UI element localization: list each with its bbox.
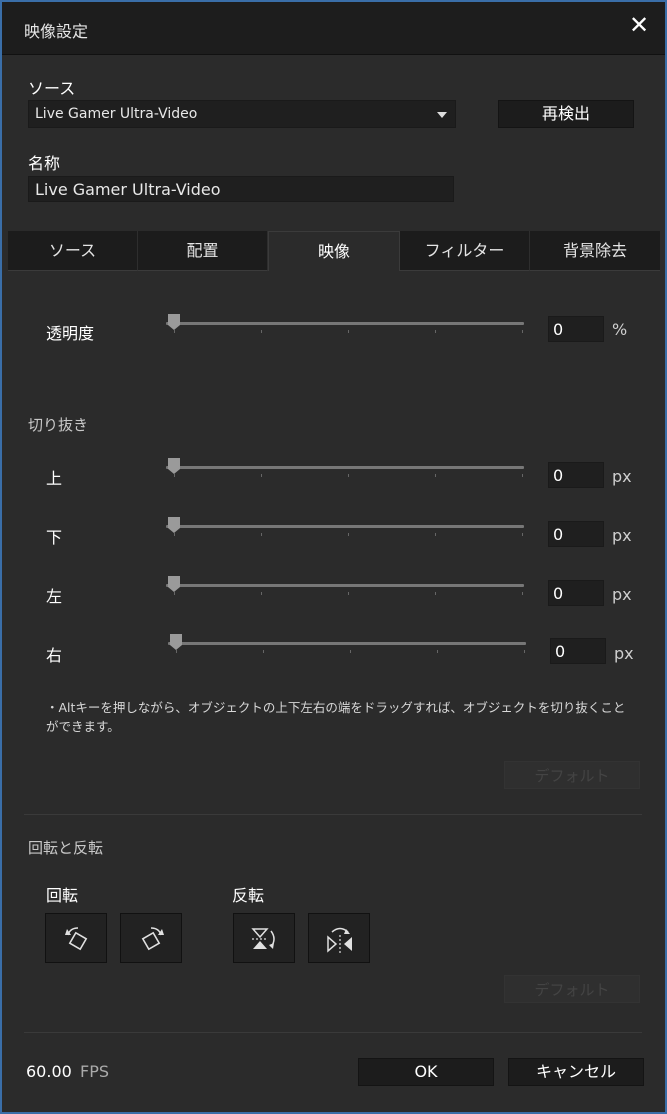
slider-tick xyxy=(435,533,436,536)
cancel-button[interactable]: キャンセル xyxy=(508,1058,644,1086)
crop-left-unit: px xyxy=(612,585,632,604)
tab-source[interactable]: ソース xyxy=(8,231,138,271)
slider-tick xyxy=(522,330,523,333)
opacity-value: 0 xyxy=(553,320,564,339)
crop-right-input[interactable]: 0 xyxy=(550,638,606,664)
slider-tick xyxy=(348,330,349,333)
name-label: 名称 xyxy=(28,154,61,173)
crop-bottom-value: 0 xyxy=(553,525,564,544)
close-icon[interactable]: ✕ xyxy=(627,13,651,37)
dialog-window: 映像設定 ✕ ソース Live Gamer Ultra-Video 再検出 名称… xyxy=(0,0,667,1114)
opacity-slider[interactable] xyxy=(166,314,524,334)
ok-button[interactable]: OK xyxy=(358,1058,494,1086)
crop-bottom-input[interactable]: 0 xyxy=(548,521,604,547)
tab-bar: ソース 配置 映像 フィルター 背景除去 xyxy=(8,231,660,271)
crop-section-title: 切り抜き xyxy=(28,416,89,434)
crop-top-label: 上 xyxy=(46,469,63,488)
opacity-label: 透明度 xyxy=(46,324,95,343)
slider-thumb[interactable] xyxy=(168,517,180,533)
rotate-right-button[interactable] xyxy=(120,913,182,963)
crop-left-label: 左 xyxy=(46,587,63,606)
name-field-value: Live Gamer Ultra-Video xyxy=(35,180,221,199)
slider-tick xyxy=(348,533,349,536)
source-label: ソース xyxy=(28,79,76,98)
crop-left-input[interactable]: 0 xyxy=(548,580,604,606)
footer-divider xyxy=(24,1032,642,1033)
slider-tick xyxy=(261,474,262,477)
transform-section-title: 回転と反転 xyxy=(28,839,104,857)
crop-top-slider[interactable] xyxy=(166,458,524,478)
flip-vertical-icon xyxy=(251,928,275,949)
slider-tick xyxy=(522,592,523,595)
tab-background-removal[interactable]: 背景除去 xyxy=(530,231,660,271)
rotate-right-icon xyxy=(141,927,164,951)
crop-top-input[interactable]: 0 xyxy=(548,462,604,488)
slider-tick xyxy=(350,650,351,653)
slider-tick xyxy=(435,592,436,595)
slider-thumb[interactable] xyxy=(168,458,180,474)
crop-left-value: 0 xyxy=(553,584,564,603)
slider-thumb[interactable] xyxy=(170,634,182,650)
slider-thumb[interactable] xyxy=(168,314,180,330)
slider-tick xyxy=(174,533,175,536)
slider-tick xyxy=(522,474,523,477)
crop-hint-text: ・Altキーを押しながら、オブジェクトの上下左右の端をドラッグすれば、オブジェク… xyxy=(46,700,626,734)
slider-tick xyxy=(437,650,438,653)
slider-tick xyxy=(261,533,262,536)
redetect-button[interactable]: 再検出 xyxy=(498,100,634,128)
rotate-left-button[interactable] xyxy=(45,913,107,963)
flip-label: 反転 xyxy=(232,886,265,905)
slider-tick xyxy=(261,330,262,333)
flip-horizontal-icon xyxy=(327,927,352,953)
source-select-value: Live Gamer Ultra-Video xyxy=(35,106,198,122)
slider-thumb[interactable] xyxy=(168,576,180,592)
tab-filter[interactable]: フィルター xyxy=(400,231,530,271)
slider-tick xyxy=(261,592,262,595)
section-divider xyxy=(24,814,642,815)
source-select[interactable]: Live Gamer Ultra-Video xyxy=(28,100,456,128)
tab-layout[interactable]: 配置 xyxy=(138,231,268,271)
slider-tick xyxy=(348,592,349,595)
slider-tick xyxy=(174,474,175,477)
crop-right-value: 0 xyxy=(555,642,566,661)
opacity-input[interactable]: 0 xyxy=(548,316,604,342)
transform-default-button[interactable]: デフォルト xyxy=(504,975,640,1003)
slider-tick xyxy=(176,650,177,653)
title-bar: 映像設定 ✕ xyxy=(2,2,665,55)
slider-tick xyxy=(522,533,523,536)
slider-tick xyxy=(435,474,436,477)
slider-tick xyxy=(263,650,264,653)
slider-tick xyxy=(174,592,175,595)
crop-right-label: 右 xyxy=(46,646,63,665)
crop-default-button[interactable]: デフォルト xyxy=(504,761,640,789)
slider-tick xyxy=(174,330,175,333)
slider-tick xyxy=(435,330,436,333)
name-field[interactable]: Live Gamer Ultra-Video xyxy=(28,176,454,202)
crop-bottom-unit: px xyxy=(612,526,632,545)
flip-vertical-button[interactable] xyxy=(233,913,295,963)
window-title: 映像設定 xyxy=(24,22,89,41)
fps-value: 60.00 xyxy=(26,1062,72,1081)
crop-right-slider[interactable] xyxy=(168,634,526,654)
opacity-unit: % xyxy=(612,320,628,339)
crop-top-value: 0 xyxy=(553,466,564,485)
rotate-label: 回転 xyxy=(46,886,79,905)
slider-tick xyxy=(348,474,349,477)
crop-bottom-slider[interactable] xyxy=(166,517,524,537)
crop-left-slider[interactable] xyxy=(166,576,524,596)
fps-label: FPS xyxy=(80,1062,110,1081)
chevron-down-icon xyxy=(437,112,447,118)
crop-bottom-label: 下 xyxy=(46,528,63,547)
flip-horizontal-button[interactable] xyxy=(308,913,370,963)
crop-right-unit: px xyxy=(614,644,634,663)
slider-tick xyxy=(524,650,525,653)
tab-video[interactable]: 映像 xyxy=(268,231,400,271)
rotate-left-icon xyxy=(65,927,88,951)
crop-top-unit: px xyxy=(612,467,632,486)
